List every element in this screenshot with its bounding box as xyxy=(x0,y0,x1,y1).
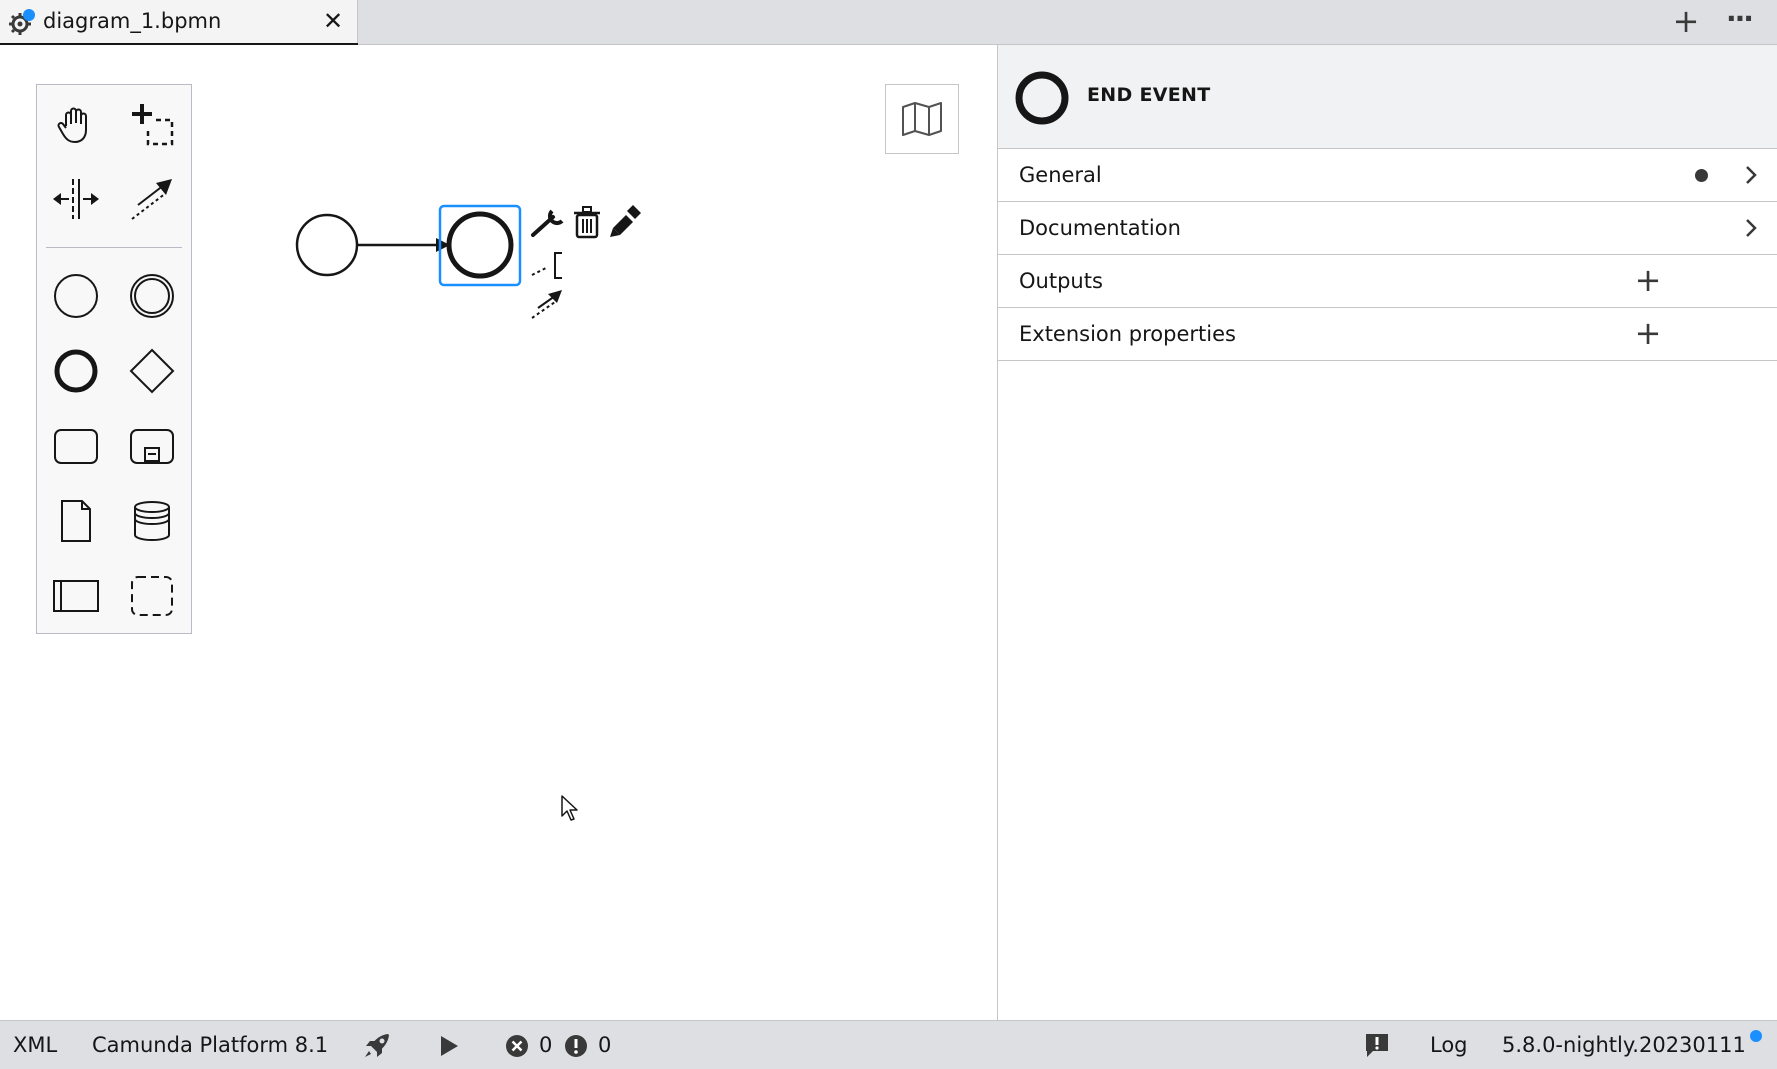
group-icon xyxy=(131,576,173,616)
tab-diagram[interactable]: diagram_1.bpmn ✕ xyxy=(0,0,358,46)
group-label: Extension properties xyxy=(1019,322,1236,346)
hand-tool[interactable] xyxy=(46,94,106,154)
data-store-icon xyxy=(134,501,170,541)
create-gateway[interactable] xyxy=(122,341,182,401)
properties-header: END EVENT xyxy=(998,45,1777,149)
create-intermediate-event[interactable] xyxy=(122,266,182,326)
create-participant[interactable] xyxy=(46,566,106,626)
log-button[interactable]: Log xyxy=(1430,1033,1468,1057)
tab-bar: diagram_1.bpmn ✕ + ··· xyxy=(0,0,1777,46)
group-general[interactable]: General xyxy=(998,149,1777,202)
create-subprocess[interactable] xyxy=(122,416,182,476)
lasso-tool[interactable] xyxy=(122,94,182,154)
text-annotation-icon[interactable] xyxy=(531,252,562,279)
chevron-right-icon[interactable] xyxy=(1740,163,1762,187)
diagram-canvas[interactable] xyxy=(0,45,997,1020)
start-event-icon xyxy=(54,274,98,318)
wrench-icon[interactable] xyxy=(531,209,564,237)
trash-icon[interactable] xyxy=(574,206,600,239)
platform-version-button[interactable]: Camunda Platform 8.1 xyxy=(92,1033,328,1057)
paint-brush-icon[interactable] xyxy=(610,205,641,237)
run-play-icon[interactable] xyxy=(437,1034,461,1058)
warning-count[interactable]: 0 xyxy=(598,1033,611,1057)
space-tool[interactable] xyxy=(46,169,106,229)
create-start-event[interactable] xyxy=(46,266,106,326)
end-event-icon xyxy=(1015,71,1069,125)
start-event-shape[interactable] xyxy=(295,213,359,277)
subprocess-icon xyxy=(130,429,174,464)
group-label: Documentation xyxy=(1019,216,1181,240)
unsaved-indicator xyxy=(23,9,35,21)
create-data-store[interactable] xyxy=(122,491,182,551)
global-connect-tool[interactable] xyxy=(122,169,182,229)
create-end-event[interactable] xyxy=(46,341,106,401)
group-outputs[interactable]: Outputs + xyxy=(998,255,1777,308)
group-extension-properties[interactable]: Extension properties + xyxy=(998,308,1777,361)
group-documentation[interactable]: Documentation xyxy=(998,202,1777,255)
map-icon xyxy=(902,102,942,136)
task-icon xyxy=(54,429,98,464)
end-event-icon xyxy=(54,349,98,393)
data-marker-dot xyxy=(1695,169,1708,182)
intermediate-event-icon xyxy=(130,274,174,318)
new-tab-button[interactable]: + xyxy=(1670,5,1702,38)
error-icon[interactable] xyxy=(505,1034,529,1058)
properties-panel: END EVENT General Documentation Outputs … xyxy=(997,45,1777,1020)
update-indicator-dot xyxy=(1750,1030,1762,1042)
global-connect-tool-icon xyxy=(131,179,172,220)
status-bar: XML Camunda Platform 8.1 0 0 Log 5.8.0-n… xyxy=(0,1020,1777,1069)
hand-tool-icon xyxy=(57,107,87,143)
create-data-object[interactable] xyxy=(46,491,106,551)
xml-view-button[interactable]: XML xyxy=(13,1033,57,1057)
add-extension-property-button[interactable]: + xyxy=(1633,317,1663,349)
sequence-flow[interactable] xyxy=(357,238,450,252)
gateway-icon xyxy=(129,348,175,394)
warning-icon[interactable] xyxy=(564,1034,588,1058)
create-task[interactable] xyxy=(46,416,106,476)
palette-separator xyxy=(46,247,182,248)
minimap-toggle-button[interactable] xyxy=(885,84,959,154)
more-options-button[interactable]: ··· xyxy=(1722,5,1756,38)
deploy-rocket-icon[interactable] xyxy=(362,1032,392,1060)
mouse-cursor-icon xyxy=(561,795,578,821)
tool-palette xyxy=(36,84,192,634)
version-label[interactable]: 5.8.0-nightly.20230111 xyxy=(1502,1033,1746,1057)
connect-icon[interactable] xyxy=(531,290,562,319)
participant-icon xyxy=(53,580,99,612)
create-group[interactable] xyxy=(122,566,182,626)
error-count[interactable]: 0 xyxy=(539,1033,552,1057)
data-object-icon xyxy=(61,500,91,542)
add-output-button[interactable]: + xyxy=(1633,264,1663,296)
end-event-shape[interactable] xyxy=(446,211,514,279)
close-tab-button[interactable]: ✕ xyxy=(320,6,346,36)
group-label: General xyxy=(1019,163,1102,187)
properties-header-title: END EVENT xyxy=(1087,84,1211,106)
feedback-icon[interactable] xyxy=(1364,1032,1390,1058)
group-label: Outputs xyxy=(1019,269,1103,293)
space-tool-icon xyxy=(53,179,99,219)
tab-title: diagram_1.bpmn xyxy=(43,9,222,33)
chevron-right-icon[interactable] xyxy=(1740,216,1762,240)
lasso-tool-icon xyxy=(132,104,174,146)
